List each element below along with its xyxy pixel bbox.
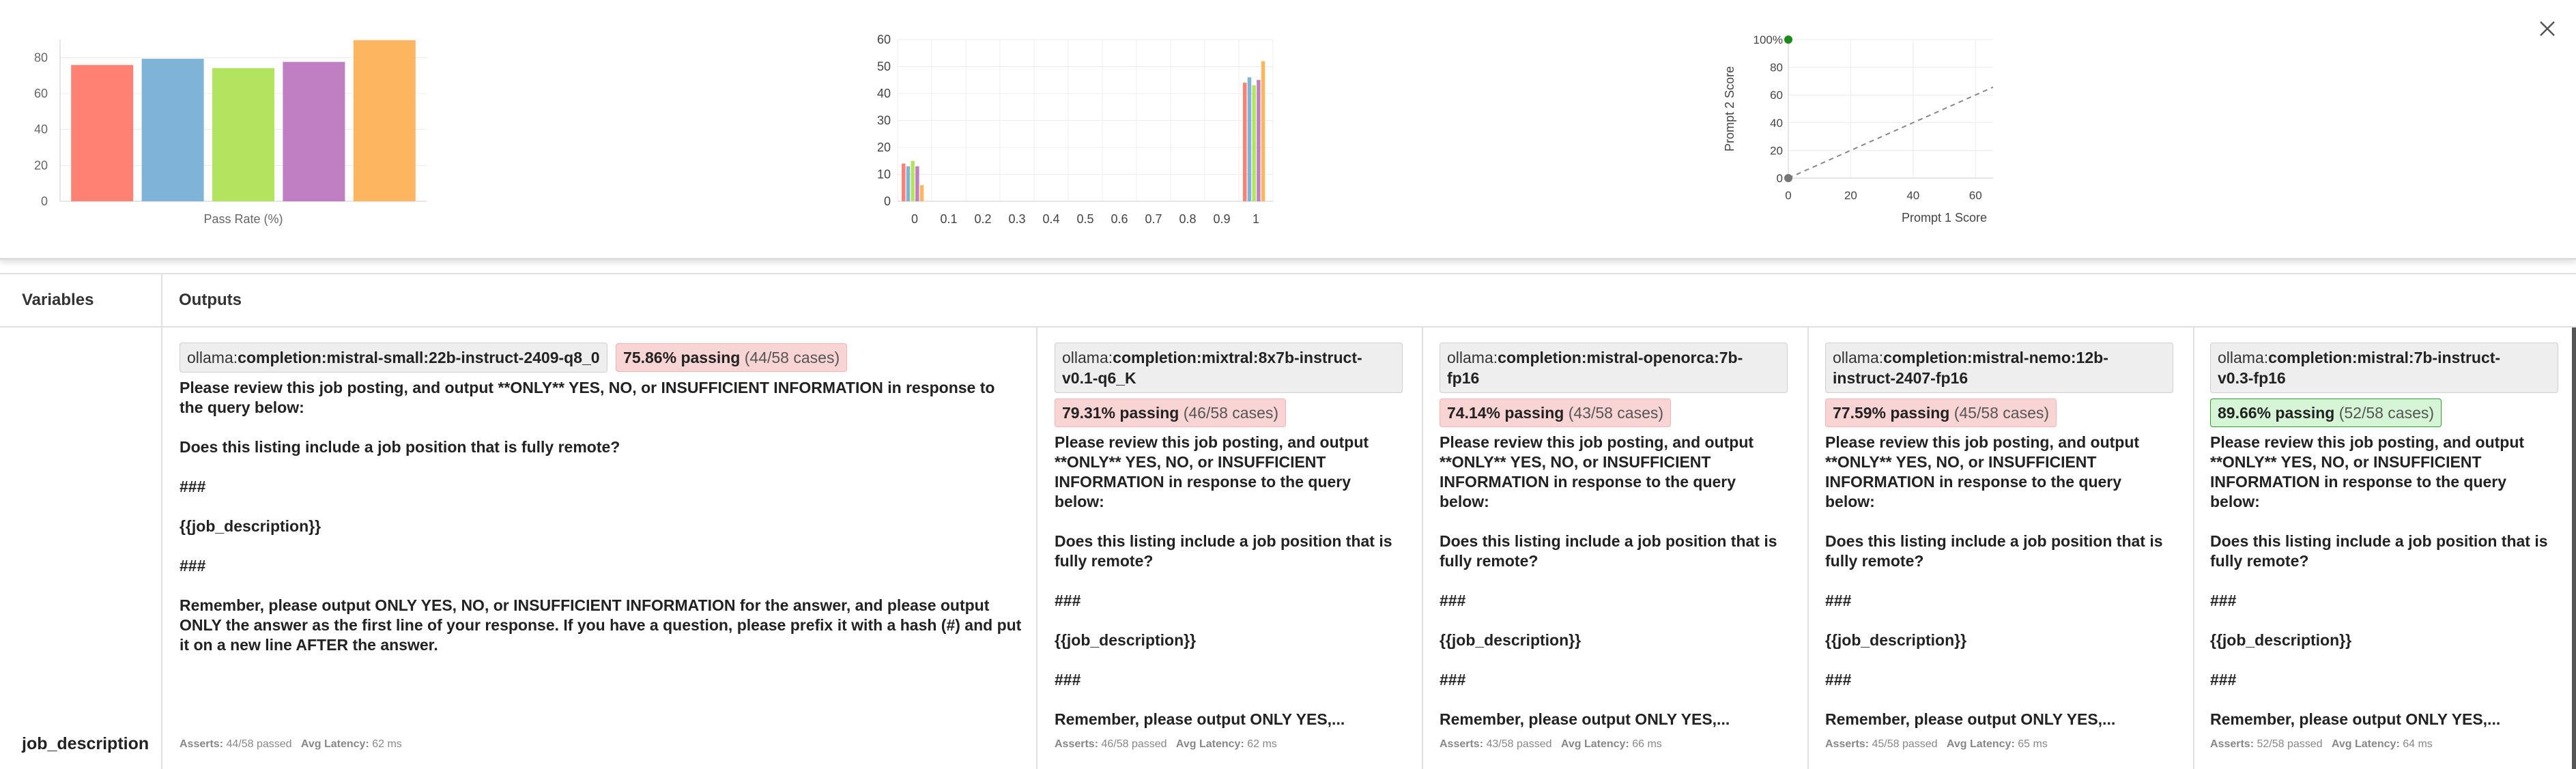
bar bbox=[1261, 61, 1265, 201]
bar bbox=[71, 65, 134, 201]
y-tick-label: 60 bbox=[34, 87, 48, 100]
x-tick-label: 0.2 bbox=[974, 212, 991, 226]
x-tick-label: 0.9 bbox=[1213, 212, 1230, 226]
x-tick-label: 0.7 bbox=[1145, 212, 1162, 226]
x-tick-label: 0.6 bbox=[1111, 212, 1128, 226]
y-tick-label: 80 bbox=[34, 50, 48, 64]
prompt-text: Please review this job posting, and outp… bbox=[1055, 433, 1392, 728]
score-histogram-chart: 0 10 20 30 40 50 60 0 0.1 0.2 0.3 0.4 0.5 0.6 0.7 0.8 0.… bbox=[877, 33, 1274, 226]
variables-header: Variables bbox=[22, 291, 94, 309]
x-tick-label: 40 bbox=[1906, 189, 1919, 202]
x-tick-label: 1 bbox=[1253, 212, 1259, 226]
x-axis-label: Prompt 1 Score bbox=[1902, 211, 1987, 224]
variable-name: job_description bbox=[22, 734, 149, 753]
prompt-text: Please review this job posting, and outp… bbox=[2210, 433, 2548, 728]
bar bbox=[911, 160, 915, 201]
x-tick-label: 0.1 bbox=[940, 212, 957, 226]
output-cell[interactable]: ollama:completion:mistral-small:22b-inst… bbox=[180, 343, 1026, 655]
charts-panel: 0 20 40 60 80 Pass Rate (%) 0 10 20 30 40 50 60 0 0.1… bbox=[0, 0, 2576, 260]
x-tick-label: 0.3 bbox=[1008, 212, 1025, 226]
pass-rate-chart: 0 20 40 60 80 Pass Rate (%) bbox=[34, 40, 427, 226]
y-tick-label: 0 bbox=[41, 194, 48, 208]
prompt-scatter-chart: 020406080100%020406080100%Prompt 1 Score… bbox=[1723, 33, 1993, 224]
output-cell[interactable]: ollama:completion:mistral:7b-instruct- v… bbox=[2210, 343, 2558, 729]
output-cell[interactable]: ollama:completion:mistral-nemo:12b- inst… bbox=[1825, 343, 2173, 729]
bar bbox=[902, 163, 906, 201]
pass-rate-badge: 89.66% passing (52/58 cases) bbox=[2210, 398, 2442, 427]
bar bbox=[1247, 77, 1252, 201]
cell-stats: Asserts: 46/58 passed Avg Latency: 62 ms bbox=[1055, 738, 1277, 750]
column-divider bbox=[161, 273, 162, 769]
x-tick-label: 60 bbox=[1969, 189, 1982, 202]
cell-stats: Asserts: 44/58 passed Avg Latency: 62 ms bbox=[180, 738, 402, 750]
x-tick-label: 20 bbox=[1844, 189, 1857, 202]
column-divider bbox=[2193, 326, 2194, 769]
output-cell[interactable]: ollama:completion:mixtral:8x7b-instruct-… bbox=[1055, 343, 1403, 729]
bar bbox=[1243, 83, 1247, 201]
column-divider bbox=[1807, 326, 1809, 769]
prompt-text: Please review this job posting, and outp… bbox=[1825, 433, 2163, 728]
results-table: Variables Outputs job_description ollama… bbox=[0, 273, 2576, 769]
bar bbox=[1252, 85, 1256, 202]
scrollbar[interactable] bbox=[2572, 328, 2576, 769]
column-divider bbox=[1422, 326, 1423, 769]
provider-label: ollama:completion:mistral-small:22b-inst… bbox=[180, 343, 607, 373]
provider-label: ollama:completion:mistral:7b-instruct- v… bbox=[2210, 343, 2558, 393]
x-tick-label: 0 bbox=[911, 212, 918, 226]
y-tick-label: 10 bbox=[877, 168, 891, 182]
outputs-header: Outputs bbox=[179, 291, 242, 309]
cell-stats: Asserts: 43/58 passed Avg Latency: 66 ms bbox=[1440, 738, 1662, 750]
provider-label: ollama:completion:mistral-openorca:7b- f… bbox=[1440, 343, 1788, 393]
cell-stats: Asserts: 52/58 passed Avg Latency: 64 ms bbox=[2210, 738, 2433, 750]
y-tick-label: 0 bbox=[1777, 172, 1783, 185]
cell-stats: Asserts: 45/58 passed Avg Latency: 65 ms bbox=[1825, 738, 2048, 750]
bar bbox=[141, 59, 204, 201]
y-tick-label: 60 bbox=[1770, 89, 1783, 102]
diagonal-line bbox=[1788, 86, 1993, 179]
x-axis-label: Pass Rate (%) bbox=[203, 212, 283, 226]
y-tick-label: 40 bbox=[877, 87, 891, 100]
close-button[interactable] bbox=[2534, 15, 2561, 42]
y-tick-label: 50 bbox=[877, 60, 891, 74]
close-icon bbox=[2540, 21, 2555, 36]
x-tick-label: 0.4 bbox=[1042, 212, 1059, 226]
y-tick-label: 20 bbox=[877, 141, 891, 154]
column-divider bbox=[1036, 326, 1037, 769]
pass-rate-badge: 77.59% passing (45/58 cases) bbox=[1825, 398, 2057, 427]
bar bbox=[1257, 80, 1261, 201]
y-tick-label: 20 bbox=[34, 158, 48, 172]
y-tick-label: 40 bbox=[34, 123, 48, 136]
scatter-point bbox=[1784, 35, 1792, 44]
pass-rate-badge: 74.14% passing (43/58 cases) bbox=[1440, 398, 1672, 427]
provider-label: ollama:completion:mistral-nemo:12b- inst… bbox=[1825, 343, 2173, 393]
prompt-text: Please review this job posting, and outp… bbox=[180, 379, 1022, 654]
y-tick-label: 60 bbox=[877, 33, 891, 46]
bar bbox=[919, 185, 924, 201]
x-tick-label: 0.8 bbox=[1179, 212, 1196, 226]
y-tick-label: 80 bbox=[1770, 61, 1783, 74]
bar bbox=[915, 166, 919, 201]
y-tick-label: 20 bbox=[1770, 144, 1783, 157]
pass-rate-badge: 75.86% passing (44/58 cases) bbox=[616, 343, 848, 372]
y-tick-label: 30 bbox=[877, 114, 891, 128]
x-tick-label: 0.5 bbox=[1076, 212, 1093, 226]
scatter-point bbox=[1784, 174, 1792, 182]
y-tick-label: 40 bbox=[1770, 117, 1783, 130]
bar bbox=[212, 68, 274, 201]
provider-label: ollama:completion:mixtral:8x7b-instruct-… bbox=[1055, 343, 1403, 393]
x-tick-label: 0 bbox=[1785, 189, 1791, 202]
output-cell[interactable]: ollama:completion:mistral-openorca:7b- f… bbox=[1440, 343, 1788, 729]
bar bbox=[353, 40, 416, 202]
bar bbox=[283, 61, 345, 202]
bar bbox=[906, 166, 911, 201]
table-header: Variables Outputs bbox=[0, 273, 2576, 328]
y-tick-label: 100% bbox=[1754, 33, 1783, 46]
y-axis-label: Prompt 2 Score bbox=[1723, 66, 1736, 151]
y-tick-label: 0 bbox=[884, 194, 891, 208]
pass-rate-badge: 79.31% passing (46/58 cases) bbox=[1055, 398, 1287, 427]
prompt-text: Please review this job posting, and outp… bbox=[1440, 433, 1777, 728]
